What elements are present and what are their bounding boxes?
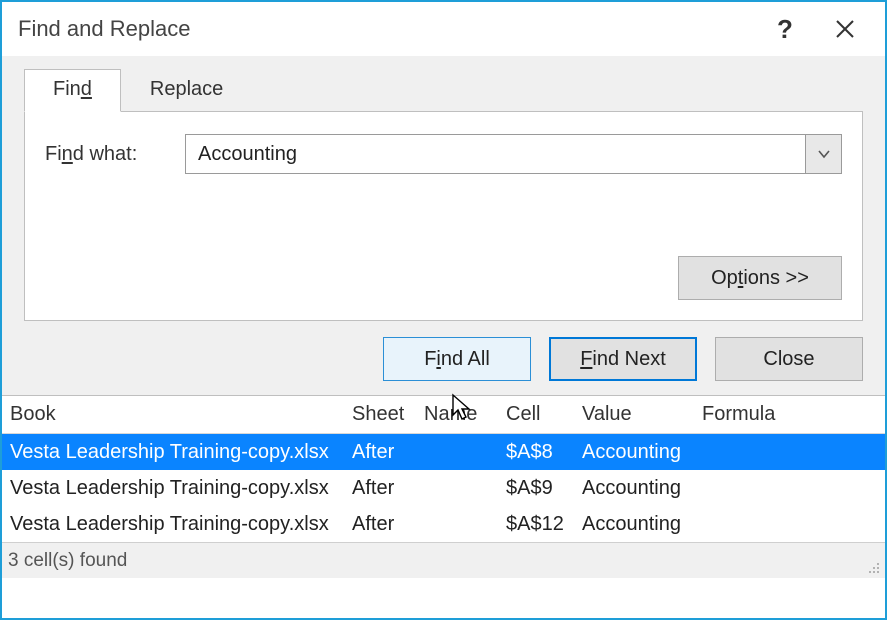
- find-what-dropdown-button[interactable]: [805, 135, 841, 173]
- cell-sheet: After: [352, 441, 424, 464]
- find-replace-dialog: Find and Replace ? Find Replace Find wha…: [0, 0, 887, 620]
- find-all-button[interactable]: Find All: [383, 337, 531, 381]
- results-list[interactable]: Book Sheet Name Cell Value Formula Vesta…: [2, 395, 885, 542]
- find-what-input[interactable]: [186, 135, 805, 173]
- find-next-button[interactable]: Find Next: [549, 337, 697, 381]
- chevron-down-icon: [817, 149, 831, 159]
- cell-book: Vesta Leadership Training-copy.xlsx: [10, 477, 352, 500]
- help-button[interactable]: ?: [755, 2, 815, 56]
- button-row: Find All Find Next Close: [24, 321, 863, 395]
- tab-replace[interactable]: Replace: [121, 69, 252, 111]
- top-panel: Find Replace Find what: Options >>: [2, 56, 885, 395]
- cell-sheet: After: [352, 477, 424, 500]
- cell-cell: $A$12: [506, 513, 582, 536]
- cell-sheet: After: [352, 513, 424, 536]
- cell-value: Accounting: [582, 513, 702, 536]
- cell-cell: $A$9: [506, 477, 582, 500]
- tab-strip: Find Replace: [24, 67, 863, 111]
- tab-find[interactable]: Find: [24, 69, 121, 112]
- resize-grip-icon[interactable]: [865, 559, 881, 575]
- find-what-combo[interactable]: [185, 134, 842, 174]
- find-what-label: Find what:: [45, 143, 167, 166]
- status-bar: 3 cell(s) found: [2, 542, 885, 578]
- col-header-name[interactable]: Name: [424, 403, 506, 426]
- window-close-button[interactable]: [815, 2, 875, 56]
- results-row[interactable]: Vesta Leadership Training-copy.xlsxAfter…: [2, 506, 885, 542]
- col-header-sheet[interactable]: Sheet: [352, 403, 424, 426]
- close-icon: [835, 19, 855, 39]
- col-header-book[interactable]: Book: [10, 403, 352, 426]
- window-title: Find and Replace: [18, 16, 755, 42]
- titlebar: Find and Replace ?: [2, 2, 885, 56]
- col-header-formula[interactable]: Formula: [702, 403, 877, 426]
- close-button[interactable]: Close: [715, 337, 863, 381]
- cell-book: Vesta Leadership Training-copy.xlsx: [10, 441, 352, 464]
- col-header-cell[interactable]: Cell: [506, 403, 582, 426]
- cell-value: Accounting: [582, 477, 702, 500]
- options-button[interactable]: Options >>: [678, 256, 842, 300]
- results-row[interactable]: Vesta Leadership Training-copy.xlsxAfter…: [2, 434, 885, 470]
- col-header-value[interactable]: Value: [582, 403, 702, 426]
- status-text: 3 cell(s) found: [8, 550, 127, 572]
- cell-value: Accounting: [582, 441, 702, 464]
- cell-cell: $A$8: [506, 441, 582, 464]
- cell-book: Vesta Leadership Training-copy.xlsx: [10, 513, 352, 536]
- results-header[interactable]: Book Sheet Name Cell Value Formula: [2, 396, 885, 434]
- find-panel: Find what: Options >>: [24, 111, 863, 321]
- results-row[interactable]: Vesta Leadership Training-copy.xlsxAfter…: [2, 470, 885, 506]
- client-area: Find Replace Find what: Options >>: [2, 56, 885, 618]
